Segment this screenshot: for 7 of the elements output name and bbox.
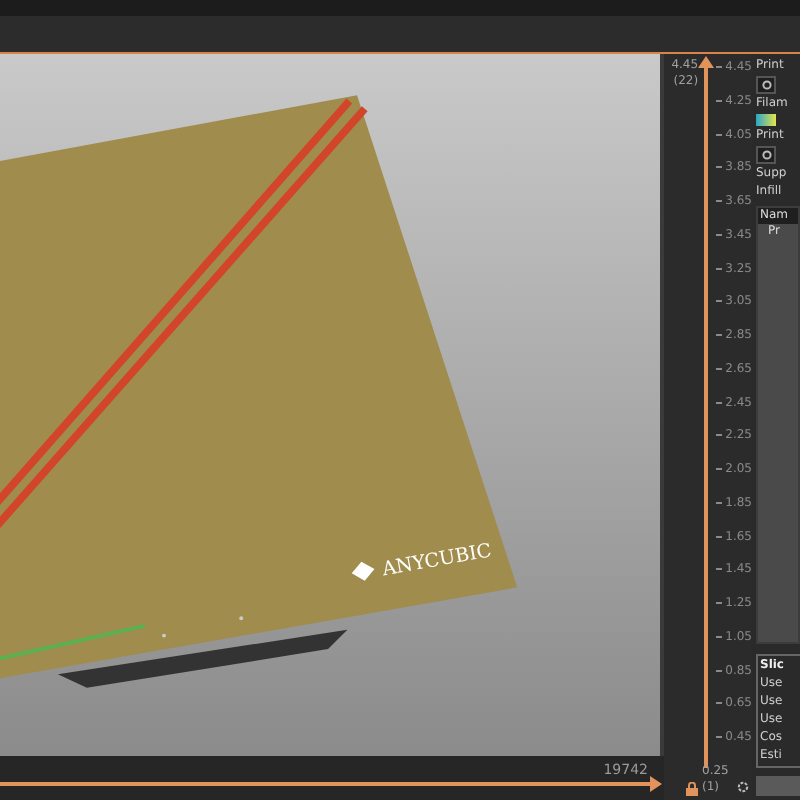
logo-icon [351,561,375,581]
lock-icon[interactable] [686,782,698,796]
layer-slider[interactable] [703,62,708,768]
filament-swatch[interactable] [756,114,776,126]
settings-icon[interactable] [736,780,750,794]
setting-button[interactable] [756,146,776,164]
setting-button[interactable] [756,76,776,94]
